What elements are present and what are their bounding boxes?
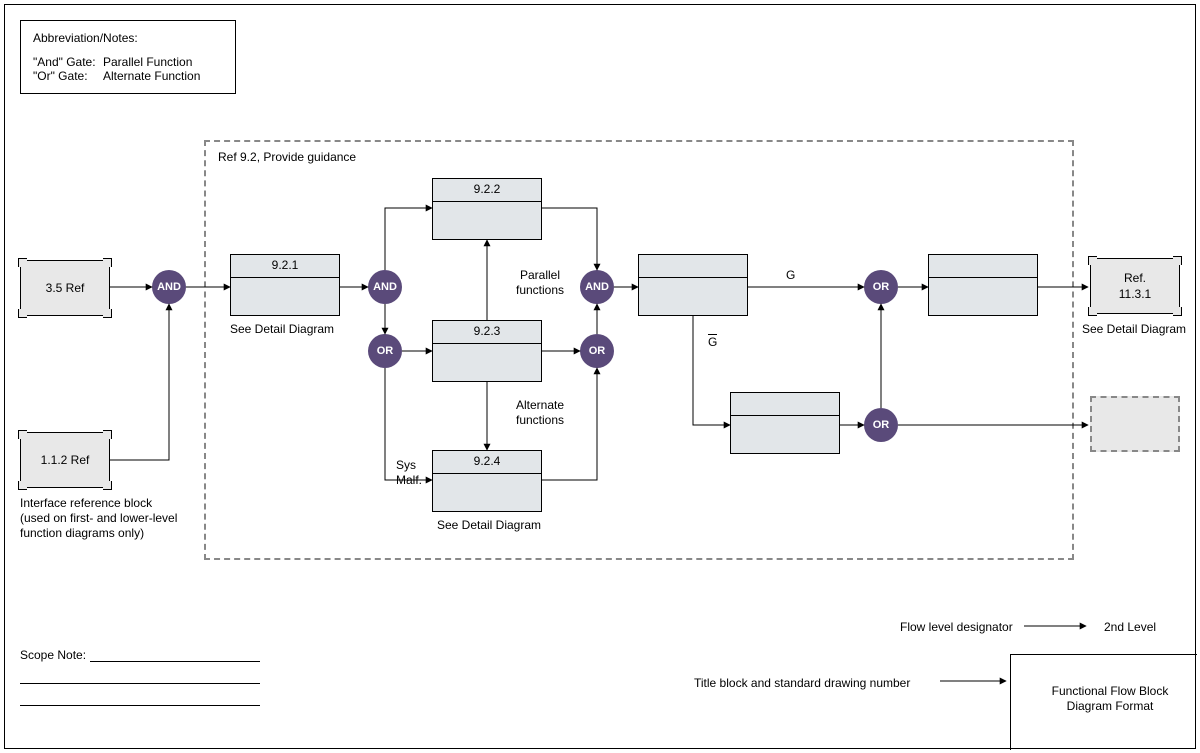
gate-and-2: AND: [368, 270, 402, 304]
title-block-border: [1010, 654, 1197, 750]
caption-g: G: [786, 268, 795, 283]
gate-or-4: OR: [864, 408, 898, 442]
ref-11-3-1-l2: 11.3.1: [1091, 287, 1179, 302]
block-9-2-1-hdr: 9.2.1: [231, 255, 339, 278]
block-dashed-out: [1090, 396, 1180, 452]
block-1-1-2-ref: 1.1.2 Ref: [20, 432, 110, 488]
legend-title: Abbreviation/Notes:: [33, 31, 223, 45]
caption-2nd-level: 2nd Level: [1104, 620, 1156, 635]
block-9-2-2-hdr: 9.2.2: [433, 179, 541, 202]
block-g: [638, 254, 748, 316]
caption-gbar: G: [708, 334, 717, 350]
block-3-5-ref: 3.5 Ref: [20, 260, 110, 316]
gate-or-3: OR: [864, 270, 898, 304]
ref-11-3-1-l1: Ref.: [1091, 271, 1179, 286]
legend-or-label: "Or" Gate:: [33, 69, 103, 83]
legend-and-desc: Parallel Function: [103, 55, 192, 69]
gate-or-1: OR: [368, 334, 402, 368]
block-right-top-hdr: [929, 255, 1037, 278]
block-9-2-4-hdr: 9.2.4: [433, 451, 541, 474]
block-9-2-1: 9.2.1: [230, 254, 340, 316]
guidance-title: Ref 9.2, Provide guidance: [218, 150, 356, 165]
block-right-top: [928, 254, 1038, 316]
block-9-2-2: 9.2.2: [432, 178, 542, 240]
scope-line-1: [90, 660, 260, 662]
scope-label: Scope Note:: [20, 648, 86, 663]
caption-flow-level: Flow level designator: [900, 620, 1013, 635]
block-gbar-hdr: [731, 393, 839, 416]
gate-and-1: AND: [152, 270, 186, 304]
scope-line-3: [20, 704, 260, 706]
block-ref-11-3-1: Ref. 11.3.1: [1090, 258, 1180, 314]
legend-or-desc: Alternate Function: [103, 69, 200, 83]
guidance-container: [204, 140, 1074, 560]
block-9-2-3: 9.2.3: [432, 320, 542, 382]
caption-parallel: Parallel functions: [500, 268, 580, 298]
block-gbar: [730, 392, 840, 454]
caption-see-detail-3: See Detail Diagram: [1082, 322, 1186, 337]
block-3-5-ref-label: 3.5 Ref: [21, 281, 109, 296]
legend-box: Abbreviation/Notes: "And" Gate: Parallel…: [20, 20, 236, 94]
caption-sys-malf: Sys Malf.: [396, 458, 436, 488]
caption-alternate: Alternate functions: [500, 398, 580, 428]
scope-line-2: [20, 682, 260, 684]
block-9-2-4: 9.2.4: [432, 450, 542, 512]
block-1-1-2-ref-label: 1.1.2 Ref: [21, 453, 109, 468]
caption-see-detail-2: See Detail Diagram: [430, 518, 548, 533]
block-g-hdr: [639, 255, 747, 278]
legend-and-label: "And" Gate:: [33, 55, 103, 69]
gate-and-3: AND: [580, 270, 614, 304]
caption-title-block: Title block and standard drawing number: [694, 676, 910, 691]
gate-or-2: OR: [580, 334, 614, 368]
caption-see-detail-1: See Detail Diagram: [230, 322, 334, 337]
iface-caption: Interface reference block (used on first…: [20, 496, 180, 541]
block-9-2-3-hdr: 9.2.3: [433, 321, 541, 344]
